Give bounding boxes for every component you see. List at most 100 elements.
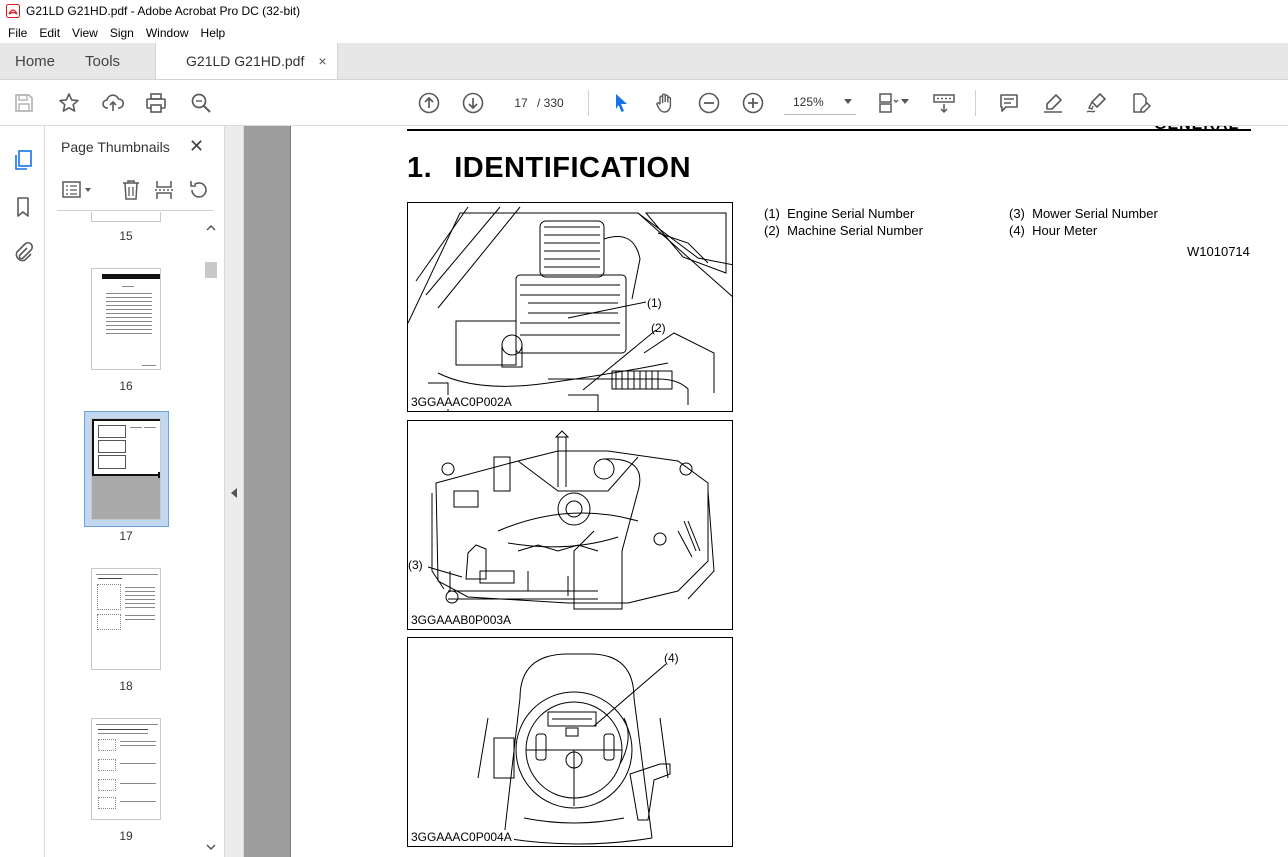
dashboard-illustration: (4) <box>477 651 679 845</box>
menu-bar: File Edit View Sign Window Help <box>0 22 1288 43</box>
tab-tools[interactable]: Tools <box>70 43 135 79</box>
legend-num-4: (4) <box>1009 223 1025 238</box>
edit-document-icon[interactable] <box>1128 91 1152 115</box>
page-thumbnail-15[interactable] <box>91 212 161 222</box>
page-thumbnail-18[interactable] <box>91 568 161 670</box>
page-fit-chevron-icon[interactable] <box>901 99 909 105</box>
hand-tool-icon[interactable] <box>653 91 677 115</box>
left-rail <box>0 126 45 857</box>
comment-icon[interactable] <box>997 91 1021 115</box>
heading-text: IDENTIFICATION <box>454 152 692 184</box>
page-count: / 330 <box>537 96 564 110</box>
upload-cloud-icon[interactable] <box>101 91 125 115</box>
figure-code-3: 3GGAAAC0P004A <box>411 830 514 844</box>
thumbnail-panel: Page Thumbnails ✕ 15 16 17 18 19 <box>45 126 225 857</box>
document-viewport[interactable]: GENERAL 1.IDENTIFICATION <box>244 126 1288 857</box>
scrollbar-thumb[interactable] <box>205 262 217 278</box>
previous-page-icon[interactable] <box>417 91 441 115</box>
figure-engine: (1) (2) 3GGAAAC0P002A <box>407 202 733 412</box>
acrobat-app-icon <box>6 4 20 18</box>
figure-code-2: 3GGAAAB0P003A <box>411 613 514 627</box>
zoom-in-icon[interactable] <box>741 91 765 115</box>
menu-file[interactable]: File <box>2 26 33 40</box>
legend-item-4: (4) Hour Meter <box>1009 223 1097 238</box>
highlight-pen-icon[interactable] <box>1041 91 1065 115</box>
page-gutter <box>290 126 304 857</box>
page-label-15: 15 <box>119 229 133 243</box>
save-icon[interactable] <box>12 91 36 115</box>
page-thumbnail-16[interactable] <box>91 268 161 370</box>
chevron-down-icon <box>844 99 852 104</box>
header-rule <box>407 129 1251 131</box>
menu-help[interactable]: Help <box>195 26 232 40</box>
tab-home[interactable]: Home <box>0 43 70 79</box>
sign-icon[interactable] <box>1084 91 1108 115</box>
close-panel-icon[interactable]: ✕ <box>189 136 204 157</box>
close-tab-icon[interactable]: × <box>318 53 326 69</box>
legend-text-4: Hour Meter <box>1032 223 1098 238</box>
page-label-16: 16 <box>119 379 133 393</box>
legend-item-1: (1) Engine Serial Number <box>764 206 914 221</box>
next-page-icon[interactable] <box>461 91 485 115</box>
document-tab-label: G21LD G21HD.pdf <box>186 53 305 69</box>
heading-number: 1. <box>407 152 433 184</box>
page-thumbnails-icon[interactable] <box>11 148 35 172</box>
section-heading: 1. IDENTIFICATION <box>407 152 691 185</box>
tab-bar: Home Tools G21LD G21HD.pdf × <box>0 43 1288 80</box>
attachments-icon[interactable] <box>11 240 35 264</box>
panel-collapse-strip[interactable] <box>225 126 244 857</box>
delete-page-icon[interactable] <box>120 178 142 202</box>
callout-2: (2) <box>651 321 666 335</box>
legend-code: W1010714 <box>1187 244 1250 259</box>
menu-window[interactable]: Window <box>140 26 195 40</box>
legend-num-2: (2) <box>764 223 780 238</box>
tab-document[interactable]: G21LD G21HD.pdf × <box>155 43 338 79</box>
page-label-18: 18 <box>119 679 133 693</box>
menu-sign[interactable]: Sign <box>104 26 140 40</box>
callout-3: (3) <box>408 558 423 572</box>
keyboard-scroll-icon[interactable] <box>932 91 956 115</box>
page-number-input[interactable] <box>506 91 536 115</box>
scroll-down-icon[interactable] <box>206 844 216 851</box>
menu-edit[interactable]: Edit <box>33 26 66 40</box>
legend-text-1: Engine Serial Number <box>787 206 915 221</box>
bookmarks-icon[interactable] <box>11 195 35 219</box>
page-fit-icon[interactable] <box>876 91 900 115</box>
page-label-17: 17 <box>119 529 133 543</box>
title-bar: G21LD G21HD.pdf - Adobe Acrobat Pro DC (… <box>0 0 1288 22</box>
figure-mower: (3) 3GGAAAB0P003A <box>407 420 733 630</box>
legend-text-3: Mower Serial Number <box>1032 206 1158 221</box>
print-icon[interactable] <box>144 91 168 115</box>
toolbar <box>0 80 1288 126</box>
page-label-19: 19 <box>119 829 133 843</box>
select-cursor-icon[interactable] <box>609 91 633 115</box>
scroll-up-icon[interactable] <box>206 224 216 231</box>
legend-item-3: (3) Mower Serial Number <box>1009 206 1158 221</box>
menu-view[interactable]: View <box>66 26 104 40</box>
zoom-value: 125% <box>793 95 824 109</box>
bookmark-star-icon[interactable] <box>57 91 81 115</box>
legend-num-3: (3) <box>1009 206 1025 221</box>
legend-item-2: (2) Machine Serial Number <box>764 223 923 238</box>
search-icon[interactable] <box>189 91 213 115</box>
figure-dashboard: (4) 3GGAAAC0P004A <box>407 637 733 847</box>
page-thumbnail-17[interactable] <box>91 418 161 520</box>
collapse-panel-icon[interactable] <box>231 488 238 498</box>
legend-num-1: (1) <box>764 206 780 221</box>
pdf-page: GENERAL 1.IDENTIFICATION <box>304 126 1288 857</box>
insert-page-icon[interactable] <box>153 178 175 202</box>
panel-title: Page Thumbnails <box>61 139 170 155</box>
page-thumbnail-19[interactable] <box>91 718 161 820</box>
mower-illustration: (3) <box>408 430 715 610</box>
window-title: G21LD G21HD.pdf - Adobe Acrobat Pro DC (… <box>26 4 301 18</box>
zoom-select[interactable]: 125% <box>784 90 856 115</box>
engine-illustration: (1) (2) <box>408 206 732 411</box>
callout-4: (4) <box>664 651 679 665</box>
legend-text-2: Machine Serial Number <box>787 223 923 238</box>
figure-code-1: 3GGAAAC0P002A <box>411 395 514 409</box>
thumbnail-options-menu[interactable] <box>61 178 93 202</box>
callout-1: (1) <box>647 296 662 310</box>
rotate-page-icon[interactable] <box>187 178 209 202</box>
thumbnail-scrollbar[interactable] <box>203 218 219 857</box>
zoom-out-icon[interactable] <box>697 91 721 115</box>
